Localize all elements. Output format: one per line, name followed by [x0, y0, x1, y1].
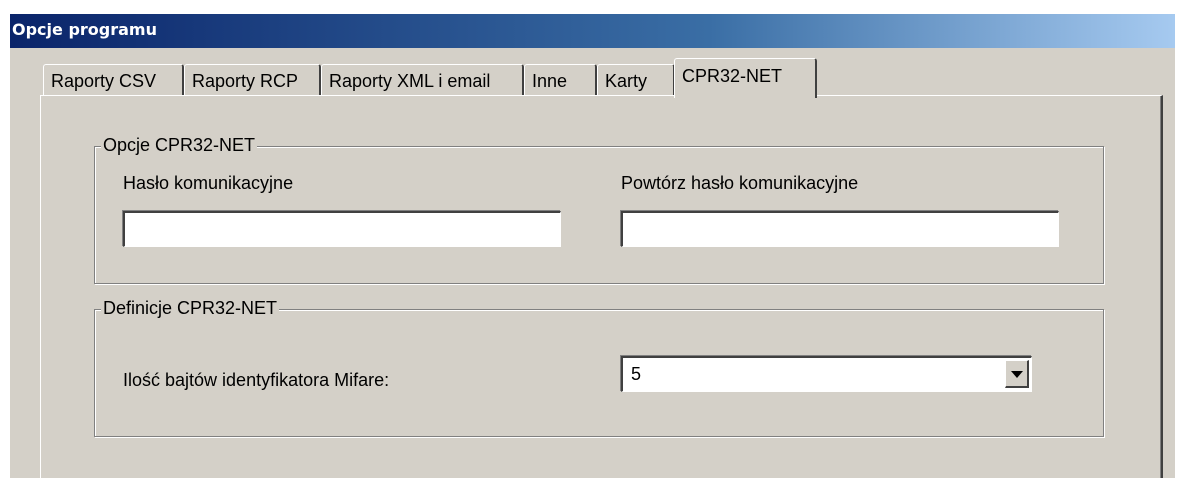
mifare-bytes-select[interactable]: 5 — [621, 356, 1032, 392]
title-bar[interactable]: Opcje programu — [10, 14, 1175, 48]
options-dialog: Opcje programu Raporty CSV Raporty RCP R… — [10, 14, 1175, 478]
tab-cpr32-net[interactable]: CPR32-NET — [674, 58, 817, 98]
options-groupbox: Opcje CPR32-NET Hasło komunikacyjne Powt… — [94, 135, 1104, 284]
mifare-bytes-value: 5 — [631, 364, 642, 384]
tab-raporty-xml-i-email[interactable]: Raporty XML i email — [321, 64, 524, 96]
tab-inne[interactable]: Inne — [524, 64, 597, 96]
options-group-legend: Opcje CPR32-NET — [101, 135, 258, 156]
window-title: Opcje programu — [12, 20, 157, 39]
tab-karty[interactable]: Karty — [597, 64, 675, 96]
definitions-group-legend: Definicje CPR32-NET — [101, 298, 280, 319]
definitions-groupbox: Definicje CPR32-NET Ilość bajtów identyf… — [94, 298, 1104, 437]
tab-raporty-rcp[interactable]: Raporty RCP — [184, 64, 321, 96]
tab-raporty-csv[interactable]: Raporty CSV — [43, 64, 184, 96]
chevron-down-icon — [1011, 371, 1023, 378]
password-label: Hasło komunikacyjne — [123, 173, 294, 193]
repeat-password-label: Powtórz hasło komunikacyjne — [621, 173, 859, 193]
tab-label: CPR32-NET — [682, 66, 783, 86]
tab-label: Raporty RCP — [192, 71, 299, 91]
repeat-password-input[interactable] — [621, 211, 1059, 247]
tab-label: Inne — [532, 71, 568, 91]
dropdown-button[interactable] — [1005, 360, 1029, 388]
tab-page-cpr32-net: Opcje CPR32-NET Hasło komunikacyjne Powt… — [40, 95, 1163, 478]
tab-label: Raporty XML i email — [329, 71, 491, 91]
tab-label: Karty — [605, 71, 648, 91]
mifare-bytes-label: Ilość bajtów identyfikatora Mifare: — [123, 370, 390, 390]
password-input[interactable] — [123, 211, 561, 247]
tab-label: Raporty CSV — [51, 71, 157, 91]
